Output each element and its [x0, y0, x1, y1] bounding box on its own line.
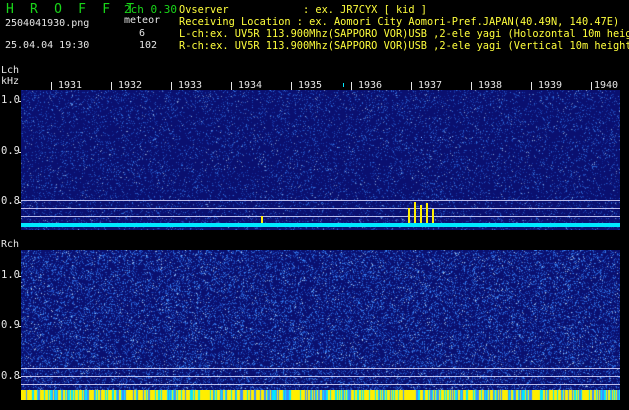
reference-line [21, 200, 620, 201]
meteor-echo [426, 203, 428, 223]
meteor-echo [420, 205, 422, 223]
time-mark [343, 83, 344, 87]
reference-line [21, 376, 620, 377]
rch-noise [21, 250, 620, 400]
location-info: Receiving Location : ex. Aomori City Aom… [179, 16, 620, 28]
reference-line [21, 208, 620, 209]
meteor-count-lch: 6 [139, 28, 146, 39]
freq-tick-label: 0.8 [1, 370, 20, 382]
reference-line [21, 216, 620, 217]
mode-label: 2ch 0.30 [124, 3, 177, 16]
lch-noise [21, 90, 620, 230]
lch-info: L-ch:ex. UV5R 113.900Mhz(SAPPORO VOR)USB… [179, 28, 629, 40]
reference-line [21, 384, 620, 385]
freq-tick-label: 0.9 [1, 319, 20, 331]
rch-info: R-ch:ex. UV5R 113.900Mhz(SAPPORO VOR)USB… [179, 40, 629, 52]
reference-line [21, 368, 620, 369]
lch-spectrogram: · · · · [21, 90, 620, 230]
meteor-echo [414, 202, 416, 223]
observer-info: Ovserver : ex. JR7CYX [ kid ] [179, 4, 427, 16]
freq-tick-label: 1.0 [1, 269, 20, 281]
filename: 2504041930.png [5, 18, 90, 29]
meteor-echo [261, 216, 263, 223]
rch-spectrogram [21, 250, 620, 400]
freq-tick-label: 0.8 [1, 195, 20, 207]
rch-meteor-band [21, 390, 620, 400]
app-title: H R O F F T [6, 2, 139, 17]
lch-label: Lch [1, 65, 20, 76]
freq-tick-label: 1.0 [1, 94, 20, 106]
faint-echo: · · · · [419, 133, 453, 142]
meteor-label: meteor [124, 15, 161, 26]
meteor-echo [432, 209, 434, 223]
timestamp: 25.04.04 19:30 [5, 40, 90, 51]
meteor-count-rch: 102 [139, 40, 158, 51]
freq-tick-label: 0.9 [1, 145, 20, 157]
meteor-echo [408, 208, 410, 223]
lch-baseline [21, 223, 620, 227]
lch-unit: kHz [1, 76, 20, 87]
rch-label: Rch [1, 239, 20, 250]
